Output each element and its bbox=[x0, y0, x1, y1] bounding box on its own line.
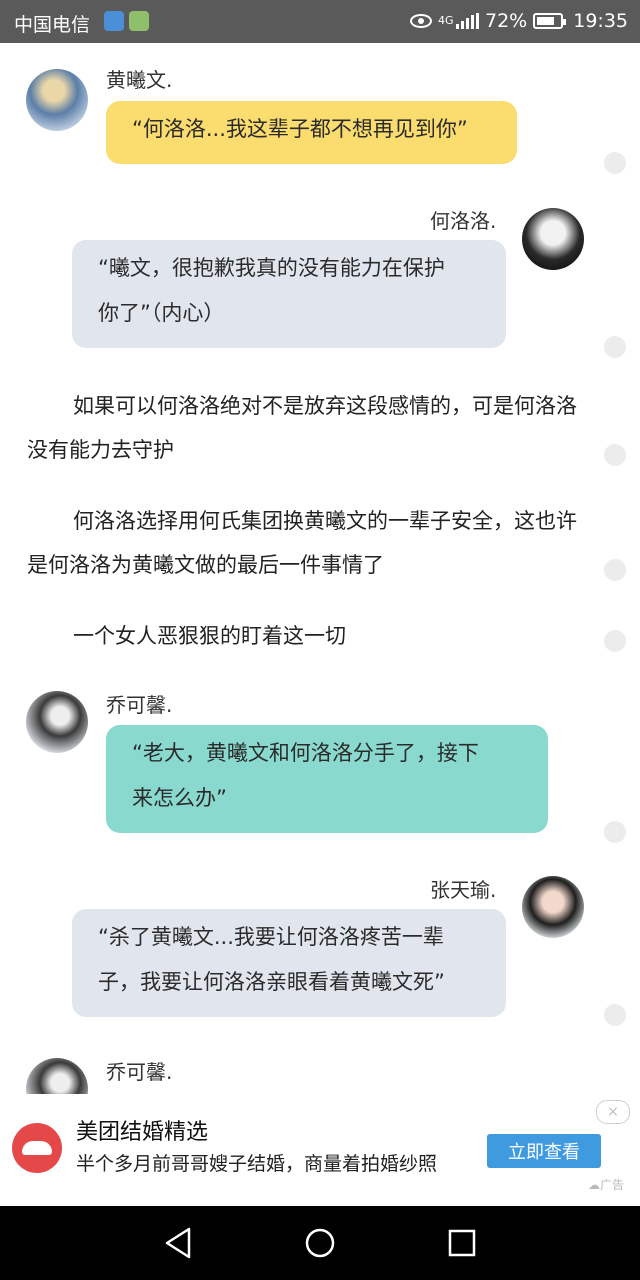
ad-description: 半个多月前哥哥嫂子结婚，商量着拍婚纱照 bbox=[76, 1153, 438, 1175]
paragraph-comment-dot[interactable] bbox=[604, 1004, 626, 1026]
app-notification-icon bbox=[129, 11, 149, 31]
paragraph-comment-dot[interactable] bbox=[604, 559, 626, 581]
battery-percent: 72% bbox=[485, 10, 528, 32]
message-text: “曦文，很抱歉我真的没有能力在保护 bbox=[98, 256, 445, 280]
signal-icon bbox=[456, 13, 479, 29]
speaker-name: 张天瑜. bbox=[430, 878, 497, 902]
ad-label: ☁广告 bbox=[588, 1178, 625, 1192]
clock: 19:35 bbox=[573, 10, 628, 32]
narration-paragraph: 如果可以何洛洛绝对不是放弃这段感情的，可是何洛洛没有能力去守护 bbox=[27, 394, 577, 462]
view-now-button[interactable]: 立即查看 bbox=[487, 1134, 601, 1168]
home-icon[interactable] bbox=[304, 1226, 336, 1260]
ad-banner[interactable]: 美团结婚精选 半个多月前哥哥嫂子结婚，商量着拍婚纱照 立即查看 × ☁广告 bbox=[0, 1094, 640, 1206]
close-icon[interactable]: × bbox=[596, 1100, 630, 1124]
back-icon[interactable] bbox=[163, 1226, 193, 1260]
chat-bubble: “老大，黄曦文和何洛洛分手了，接下 来怎么办” bbox=[106, 725, 548, 833]
message-text: “何洛洛...我这辈子都不想再见到你” bbox=[132, 117, 468, 141]
chat-bubble: “曦文，很抱歉我真的没有能力在保护 你了”（内心） bbox=[72, 240, 506, 348]
message-text: 子，我要让何洛洛亲眼看着黄曦文死” bbox=[98, 970, 445, 994]
status-bar: 中国电信 4G 72% 19:35 bbox=[0, 0, 640, 43]
message-text: 来怎么办” bbox=[132, 786, 227, 810]
eye-comfort-icon bbox=[410, 14, 432, 28]
narration-paragraph: 何洛洛选择用何氏集团换黄曦文的一辈子安全，这也许是何洛洛为黄曦文做的最后一件事情… bbox=[27, 509, 577, 577]
speaker-name: 黄曦文. bbox=[106, 68, 173, 92]
avatar[interactable] bbox=[26, 69, 88, 131]
navigation-bar bbox=[0, 1206, 640, 1280]
avatar[interactable] bbox=[26, 691, 88, 753]
avatar[interactable] bbox=[522, 876, 584, 938]
battery-icon bbox=[533, 13, 567, 29]
message-text: “老大，黄曦文和何洛洛分手了，接下 bbox=[132, 741, 479, 765]
paragraph-comment-dot[interactable] bbox=[604, 821, 626, 843]
network-type: 4G bbox=[438, 14, 454, 27]
paragraph-comment-dot[interactable] bbox=[604, 444, 626, 466]
meituan-logo-icon bbox=[12, 1123, 62, 1173]
narration-paragraph: 一个女人恶狠狠的盯着这一切 bbox=[73, 624, 346, 648]
message-text: 你了”（内心） bbox=[98, 301, 225, 325]
paragraph-comment-dot[interactable] bbox=[604, 152, 626, 174]
ad-title: 美团结婚精选 bbox=[76, 1120, 209, 1145]
recents-icon[interactable] bbox=[448, 1226, 476, 1260]
chat-bubble: “何洛洛...我这辈子都不想再见到你” bbox=[106, 101, 517, 164]
wifi-hotspot-icon bbox=[104, 11, 124, 31]
chat-bubble: “杀了黄曦文...我要让何洛洛疼苦一辈 子，我要让何洛洛亲眼看着黄曦文死” bbox=[72, 909, 506, 1017]
speaker-name: 何洛洛. bbox=[430, 209, 497, 233]
speaker-name: 乔可馨. bbox=[106, 693, 173, 717]
speaker-name: 乔可馨. bbox=[106, 1060, 173, 1084]
paragraph-comment-dot[interactable] bbox=[604, 630, 626, 652]
carrier-name: 中国电信 bbox=[14, 14, 91, 36]
paragraph-comment-dot[interactable] bbox=[604, 336, 626, 358]
message-text: “杀了黄曦文...我要让何洛洛疼苦一辈 bbox=[98, 925, 444, 949]
avatar[interactable] bbox=[522, 208, 584, 270]
